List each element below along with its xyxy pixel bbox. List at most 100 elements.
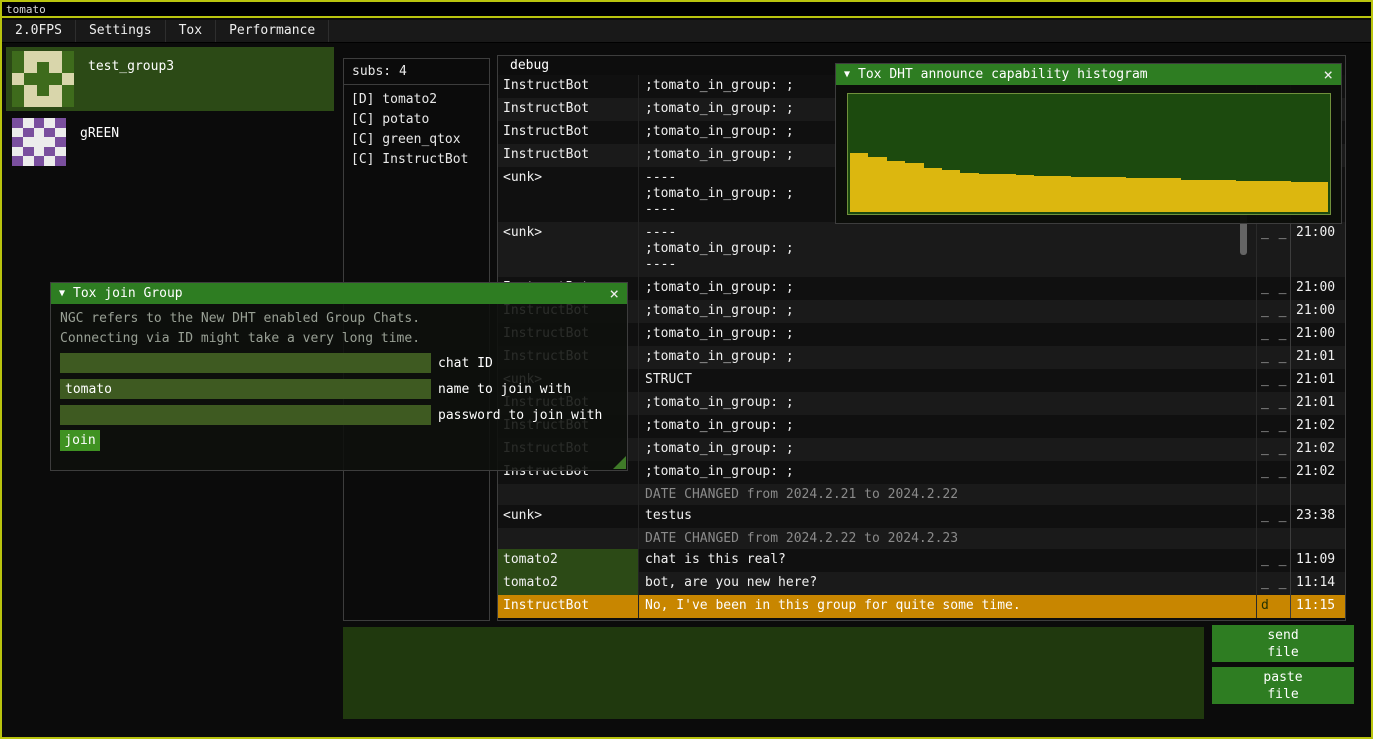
sender-name: <unk> bbox=[498, 167, 639, 222]
message-time: 21:02 bbox=[1291, 415, 1345, 438]
join-group-dialog: ▼ Tox join Group × NGC refers to the New… bbox=[50, 282, 628, 471]
histogram-bar bbox=[1236, 181, 1254, 212]
message-time: 21:00 bbox=[1291, 323, 1345, 346]
member-item--c-instructbot[interactable]: [C] InstructBot bbox=[344, 150, 489, 170]
message-flags: _ _ bbox=[1257, 277, 1291, 300]
chat-id-label: chat ID bbox=[438, 356, 493, 371]
histogram-bar bbox=[887, 161, 905, 212]
message-text: ;tomato_in_group: ; bbox=[639, 438, 1257, 461]
chat-message-row[interactable]: tomato2bot, are you new here?_ _11:14 bbox=[498, 572, 1345, 595]
message-flags bbox=[1257, 484, 1291, 505]
window-titlebar: tomato bbox=[2, 2, 1371, 18]
join-field-row: chat ID bbox=[60, 353, 493, 373]
sender-name bbox=[498, 528, 639, 549]
sender-name: InstructBot bbox=[498, 75, 639, 98]
group-item-green[interactable]: gREEN bbox=[6, 114, 334, 170]
message-text: ---- ;tomato_in_group: ; ---- bbox=[639, 222, 1257, 277]
chat-message-row[interactable]: DATE CHANGED from 2024.2.21 to 2024.2.22 bbox=[498, 484, 1345, 505]
message-flags: _ _ bbox=[1257, 461, 1291, 484]
collapse-icon[interactable]: ▼ bbox=[59, 288, 65, 299]
dht-histogram-plot bbox=[847, 93, 1331, 215]
menu-item-performance[interactable]: Performance bbox=[216, 20, 329, 42]
subs-count-label: subs: 4 bbox=[352, 64, 407, 79]
dht-histogram-window: ▼ Tox DHT announce capability histogram … bbox=[835, 63, 1342, 224]
message-text: DATE CHANGED from 2024.2.21 to 2024.2.22 bbox=[639, 484, 1257, 505]
message-flags: _ _ bbox=[1257, 572, 1291, 595]
chat-id-input[interactable] bbox=[60, 353, 431, 373]
chat-message-row[interactable]: InstructBotNo, I've been in this group f… bbox=[498, 595, 1345, 618]
chat-message-row[interactable]: tomato2chat is this real?_ _11:09 bbox=[498, 549, 1345, 572]
chat-message-row[interactable]: <unk>testus_ _23:38 bbox=[498, 505, 1345, 528]
message-flags: _ _ bbox=[1257, 222, 1291, 277]
histogram-bar bbox=[1181, 180, 1199, 212]
join-group-titlebar[interactable]: ▼ Tox join Group × bbox=[51, 283, 627, 304]
send-file-button[interactable]: send file bbox=[1212, 625, 1354, 662]
histogram-bar bbox=[1163, 178, 1181, 212]
join-info-line-1: NGC refers to the New DHT enabled Group … bbox=[60, 311, 420, 326]
message-flags: _ _ bbox=[1257, 300, 1291, 323]
message-flags: _ _ bbox=[1257, 505, 1291, 528]
member-item--c-green-qtox[interactable]: [C] green_qtox bbox=[344, 130, 489, 150]
paste-file-button[interactable]: paste file bbox=[1212, 667, 1354, 704]
message-text: ;tomato_in_group: ; bbox=[639, 277, 1257, 300]
message-text: DATE CHANGED from 2024.2.22 to 2024.2.23 bbox=[639, 528, 1257, 549]
menu-item-tox[interactable]: Tox bbox=[166, 20, 216, 42]
histogram-bar bbox=[1273, 181, 1291, 212]
message-time: 21:00 bbox=[1291, 300, 1345, 323]
join-password-input[interactable] bbox=[60, 405, 431, 425]
histogram-bar bbox=[960, 173, 978, 212]
join-field-row: name to join with bbox=[60, 379, 571, 399]
chat-header-label: debug bbox=[510, 58, 549, 73]
chat-message-row[interactable]: DATE CHANGED from 2024.2.22 to 2024.2.23 bbox=[498, 528, 1345, 549]
message-time bbox=[1291, 484, 1345, 505]
member-item--c-potato[interactable]: [C] potato bbox=[344, 110, 489, 130]
window-title: tomato bbox=[6, 3, 46, 16]
histogram-bar bbox=[997, 174, 1015, 212]
message-text: ;tomato_in_group: ; bbox=[639, 323, 1257, 346]
message-input[interactable] bbox=[343, 627, 1204, 719]
join-info-line-2: Connecting via ID might take a very long… bbox=[60, 331, 420, 346]
message-flags: _ _ bbox=[1257, 392, 1291, 415]
message-time: 21:01 bbox=[1291, 346, 1345, 369]
group-avatar bbox=[12, 51, 74, 107]
message-text: ;tomato_in_group: ; bbox=[639, 346, 1257, 369]
message-text: STRUCT bbox=[639, 369, 1257, 392]
histogram-bar bbox=[924, 168, 942, 212]
histogram-bar bbox=[1107, 177, 1125, 212]
message-time: 21:00 bbox=[1291, 277, 1345, 300]
join-field-row: password to join with bbox=[60, 405, 602, 425]
message-text: bot, are you new here? bbox=[639, 572, 1257, 595]
message-time bbox=[1291, 528, 1345, 549]
app-window: tomato 2.0FPSSettingsToxPerformance test… bbox=[0, 0, 1373, 739]
message-text: testus bbox=[639, 505, 1257, 528]
close-icon[interactable]: × bbox=[609, 286, 619, 302]
histogram-bar bbox=[979, 174, 997, 212]
dht-histogram-titlebar[interactable]: ▼ Tox DHT announce capability histogram … bbox=[836, 64, 1341, 85]
dht-histogram-title: Tox DHT announce capability histogram bbox=[858, 67, 1148, 82]
message-time: 21:02 bbox=[1291, 461, 1345, 484]
group-item-test_group3[interactable]: test_group3 bbox=[6, 47, 334, 111]
histogram-bar bbox=[942, 170, 960, 212]
message-flags: _ _ bbox=[1257, 369, 1291, 392]
resize-grip[interactable] bbox=[613, 456, 626, 469]
message-flags: _ _ bbox=[1257, 549, 1291, 572]
histogram-bar bbox=[1034, 176, 1052, 212]
histogram-bar bbox=[1016, 175, 1034, 212]
close-icon[interactable]: × bbox=[1323, 67, 1333, 83]
histogram-bar bbox=[905, 163, 923, 212]
group-name: gREEN bbox=[80, 126, 119, 170]
message-time: 21:00 bbox=[1291, 222, 1345, 277]
chat-message-row[interactable]: <unk>---- ;tomato_in_group: ; ----_ _21:… bbox=[498, 222, 1345, 277]
sender-name: InstructBot bbox=[498, 98, 639, 121]
message-text: chat is this real? bbox=[639, 549, 1257, 572]
member-item--d-tomato2[interactable]: [D] tomato2 bbox=[344, 90, 489, 110]
collapse-icon[interactable]: ▼ bbox=[844, 69, 850, 80]
sender-name: InstructBot bbox=[498, 595, 639, 618]
sender-name: tomato2 bbox=[498, 572, 639, 595]
menu-item-settings[interactable]: Settings bbox=[76, 20, 166, 42]
join-name-input[interactable] bbox=[60, 379, 431, 399]
join-group-title: Tox join Group bbox=[73, 286, 183, 301]
message-time: 11:15 bbox=[1291, 595, 1345, 618]
join-button[interactable]: join bbox=[60, 430, 100, 451]
group-avatar bbox=[12, 118, 66, 166]
